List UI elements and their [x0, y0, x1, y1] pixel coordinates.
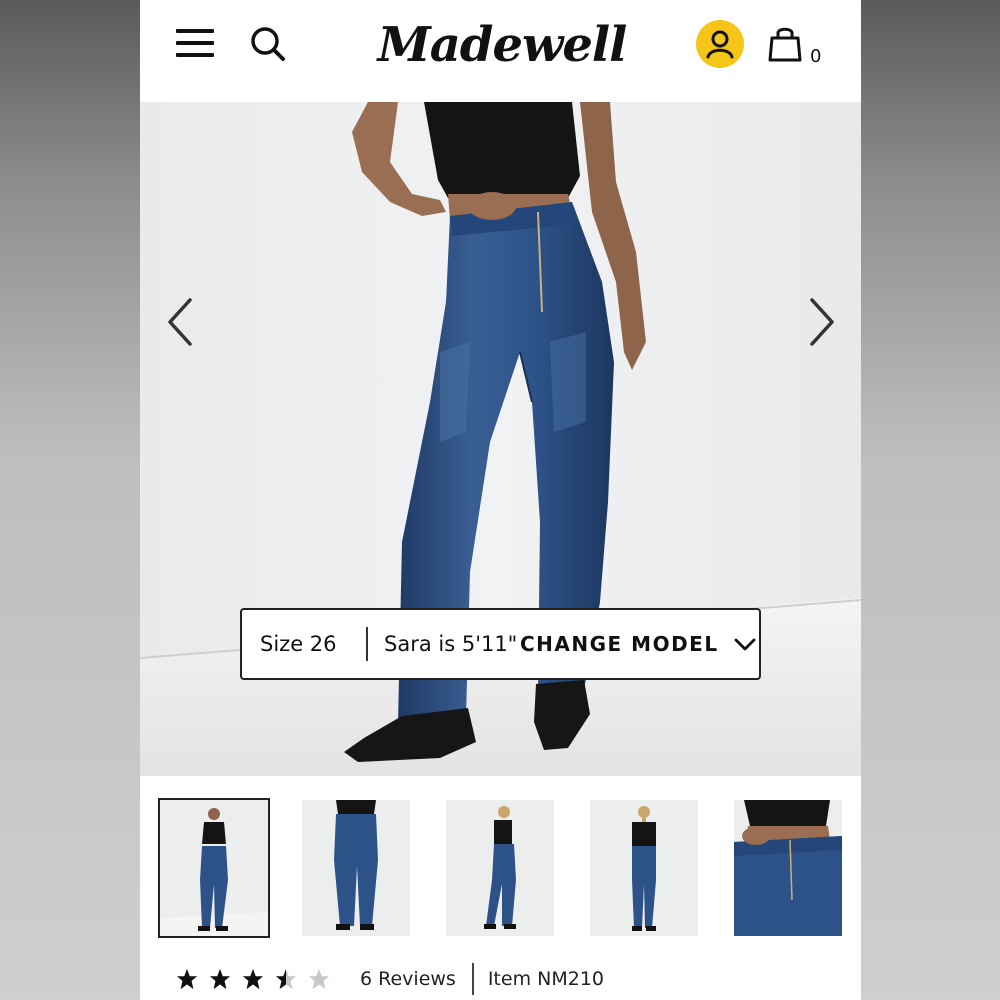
cart-count: 0 [810, 46, 822, 67]
thumbnail-image [160, 800, 268, 936]
thumbnail-waist-detail[interactable] [734, 800, 842, 936]
change-model-label: CHANGE MODEL [520, 632, 719, 656]
model-size-bar: Size 26 Sara is 5'11" CHANGE MODEL [240, 608, 761, 680]
star-rating[interactable] [176, 968, 342, 990]
thumbnail-jeans-front[interactable] [302, 800, 410, 936]
product-page: Madewell 0 Size 26 Sara is 5'11" CHANGE … [140, 0, 861, 1000]
star-full-icon [176, 968, 198, 990]
madewell-logo[interactable]: Madewell [372, 10, 632, 80]
reviews-row: 6 Reviews Item NM210 [176, 962, 836, 996]
divider [366, 627, 368, 661]
item-number: Item NM210 [487, 968, 604, 990]
thumbnail-back[interactable] [590, 800, 698, 936]
site-header: Madewell 0 [140, 0, 861, 102]
thumbnail-image [590, 800, 698, 936]
star-empty-icon [308, 968, 330, 990]
product-hero-image[interactable]: Size 26 Sara is 5'11" CHANGE MODEL [140, 102, 861, 776]
model-size-label: Size 26 [260, 632, 337, 656]
change-model-button[interactable]: CHANGE MODEL [520, 632, 757, 656]
model-height-label: Sara is 5'11" [384, 632, 518, 656]
star-full-icon [209, 968, 231, 990]
star-full-icon [242, 968, 264, 990]
thumbnail-image [446, 800, 554, 936]
thumbnail-image [302, 800, 410, 936]
star-half-icon [275, 968, 297, 990]
account-icon[interactable] [696, 20, 744, 68]
chevron-down-icon [734, 638, 755, 651]
divider [471, 963, 474, 995]
menu-icon[interactable] [176, 27, 214, 59]
chevron-right-icon[interactable] [802, 292, 842, 352]
thumbnail-strip [158, 798, 848, 942]
search-icon[interactable] [248, 24, 288, 64]
bag-icon[interactable] [768, 24, 802, 64]
chevron-left-icon[interactable] [160, 292, 200, 352]
thumbnail-full-front[interactable] [158, 798, 270, 938]
reviews-link[interactable]: 6 Reviews [360, 968, 456, 990]
thumbnail-image [734, 800, 842, 936]
thumbnail-side[interactable] [446, 800, 554, 936]
